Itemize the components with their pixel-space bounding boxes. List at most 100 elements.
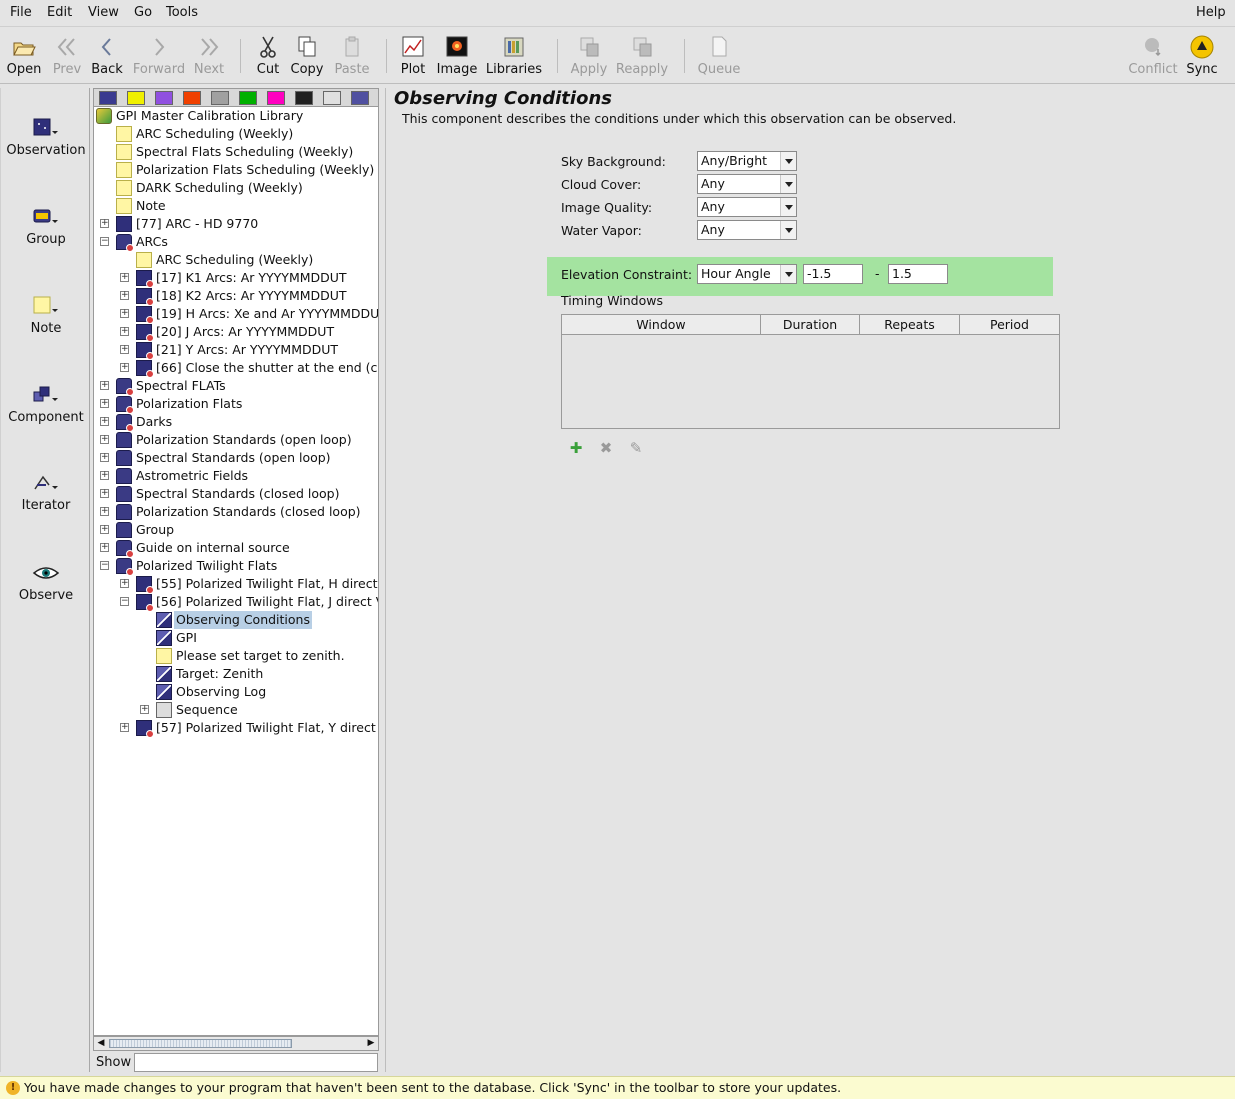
tree-node[interactable]: + [55] Polarized Twilight Flat, H direct bbox=[94, 575, 378, 594]
color-swatch[interactable] bbox=[99, 91, 117, 105]
paste-button[interactable]: Paste bbox=[330, 31, 374, 81]
tree-node[interactable]: + [21] Y Arcs: Ar YYYYMMDDUT bbox=[94, 341, 378, 360]
color-swatch[interactable] bbox=[183, 91, 201, 105]
copy-button[interactable]: Copy bbox=[288, 31, 326, 81]
expand-icon[interactable]: + bbox=[100, 453, 109, 462]
tree-node[interactable]: Please set target to zenith. bbox=[94, 647, 378, 665]
open-button[interactable]: Open bbox=[4, 31, 44, 81]
reapply-button[interactable]: Reapply bbox=[614, 31, 670, 81]
tree-node[interactable]: + Spectral Standards (closed loop) bbox=[94, 485, 378, 503]
plot-button[interactable]: Plot bbox=[396, 31, 430, 81]
tree-node[interactable]: + [18] K2 Arcs: Ar YYYYMMDDUT bbox=[94, 287, 378, 306]
expand-icon[interactable]: + bbox=[140, 705, 149, 714]
tree-node[interactable]: Observing Log bbox=[94, 683, 378, 701]
tree-node[interactable]: Target: Zenith bbox=[94, 665, 378, 683]
image-quality-select[interactable]: Any bbox=[697, 197, 797, 217]
program-tree[interactable]: GPI Master Calibration Library ARC Schedu… bbox=[93, 107, 379, 1036]
expand-icon[interactable]: + bbox=[100, 507, 109, 516]
color-swatch[interactable] bbox=[351, 91, 369, 105]
tree-node[interactable]: + Group bbox=[94, 521, 378, 539]
cloud-cover-select[interactable]: Any bbox=[697, 174, 797, 194]
palette-iterator[interactable]: Iterator bbox=[1, 472, 91, 532]
cut-button[interactable]: Cut bbox=[250, 31, 286, 81]
expand-icon[interactable]: + bbox=[120, 291, 129, 300]
tree-node[interactable]: + Sequence bbox=[94, 701, 378, 719]
expand-icon[interactable]: + bbox=[120, 309, 129, 318]
color-swatch[interactable] bbox=[239, 91, 257, 105]
menu-view[interactable]: View bbox=[88, 5, 119, 20]
color-swatch[interactable] bbox=[211, 91, 229, 105]
tree-node[interactable]: + Spectral FLATs bbox=[94, 377, 378, 396]
apply-button[interactable]: Apply bbox=[568, 31, 610, 81]
expand-icon[interactable]: + bbox=[100, 489, 109, 498]
tree-node[interactable]: Note bbox=[94, 197, 378, 215]
scrollbar-thumb[interactable] bbox=[109, 1039, 292, 1048]
collapse-icon[interactable]: − bbox=[100, 237, 109, 246]
expand-icon[interactable]: + bbox=[120, 363, 129, 372]
tree-node[interactable]: − [56] Polarized Twilight Flat, J direct … bbox=[94, 593, 378, 612]
tree-node[interactable]: − Polarized Twilight Flats bbox=[94, 557, 378, 576]
expand-icon[interactable]: + bbox=[120, 327, 129, 336]
elevation-min-input[interactable]: -1.5 bbox=[803, 264, 863, 284]
remove-icon[interactable]: ✖ bbox=[598, 440, 614, 456]
tree-node[interactable]: + [66] Close the shutter at the end (c bbox=[94, 359, 378, 378]
back-button[interactable]: Back bbox=[88, 31, 126, 81]
edit-pencil-icon[interactable]: ✎ bbox=[628, 440, 644, 456]
sync-button[interactable]: Sync bbox=[1182, 31, 1222, 81]
forward-button[interactable]: Forward bbox=[132, 31, 186, 81]
add-icon[interactable]: ✚ bbox=[568, 440, 584, 456]
expand-icon[interactable]: + bbox=[100, 435, 109, 444]
menu-tools[interactable]: Tools bbox=[166, 5, 198, 20]
water-vapor-select[interactable]: Any bbox=[697, 220, 797, 240]
tree-node[interactable]: + Polarization Standards (closed loop) bbox=[94, 503, 378, 521]
prev-button[interactable]: Prev bbox=[48, 31, 86, 81]
scroll-right-icon[interactable]: ▶ bbox=[365, 1038, 377, 1049]
column-window[interactable]: Window bbox=[562, 315, 761, 334]
tree-node[interactable]: + Darks bbox=[94, 413, 378, 432]
color-swatch[interactable] bbox=[155, 91, 173, 105]
tree-node[interactable]: DARK Scheduling (Weekly) bbox=[94, 179, 378, 197]
tree-node[interactable]: + Spectral Standards (open loop) bbox=[94, 449, 378, 467]
color-swatch[interactable] bbox=[267, 91, 285, 105]
tree-node[interactable]: + Polarization Standards (open loop) bbox=[94, 431, 378, 449]
expand-icon[interactable]: + bbox=[100, 417, 109, 426]
column-period[interactable]: Period bbox=[960, 315, 1059, 334]
palette-observe[interactable]: Observe bbox=[1, 562, 91, 622]
next-button[interactable]: Next bbox=[190, 31, 228, 81]
expand-icon[interactable]: + bbox=[100, 525, 109, 534]
expand-icon[interactable]: + bbox=[100, 381, 109, 390]
expand-icon[interactable]: + bbox=[100, 399, 109, 408]
tree-node[interactable]: GPI Master Calibration Library bbox=[94, 107, 378, 125]
tree-horizontal-scrollbar[interactable]: ◀ ▶ bbox=[93, 1036, 379, 1051]
conflict-button[interactable]: Conflict bbox=[1126, 31, 1180, 81]
expand-icon[interactable]: + bbox=[120, 579, 129, 588]
color-swatch[interactable] bbox=[295, 91, 313, 105]
expand-icon[interactable]: + bbox=[120, 273, 129, 282]
column-duration[interactable]: Duration bbox=[761, 315, 860, 334]
scroll-left-icon[interactable]: ◀ bbox=[95, 1038, 107, 1049]
tree-node[interactable]: Spectral Flats Scheduling (Weekly) bbox=[94, 143, 378, 161]
show-filter-input[interactable] bbox=[134, 1053, 378, 1072]
timing-windows-table[interactable]: Window Duration Repeats Period bbox=[561, 314, 1060, 429]
expand-icon[interactable]: + bbox=[100, 219, 109, 228]
column-repeats[interactable]: Repeats bbox=[860, 315, 960, 334]
image-button[interactable]: Image bbox=[434, 31, 480, 81]
palette-observation[interactable]: Observation bbox=[1, 117, 91, 177]
tree-node[interactable]: + [20] J Arcs: Ar YYYYMMDDUT bbox=[94, 323, 378, 342]
tree-node[interactable]: ARC Scheduling (Weekly) bbox=[94, 125, 378, 143]
palette-group[interactable]: Group bbox=[1, 206, 91, 266]
tree-node[interactable]: Polarization Flats Scheduling (Weekly) bbox=[94, 161, 378, 179]
menu-file[interactable]: File bbox=[10, 5, 32, 20]
elevation-max-input[interactable]: 1.5 bbox=[888, 264, 948, 284]
expand-icon[interactable]: + bbox=[120, 723, 129, 732]
tree-node[interactable]: + [17] K1 Arcs: Ar YYYYMMDDUT bbox=[94, 269, 378, 288]
sky-background-select[interactable]: Any/Bright bbox=[697, 151, 797, 171]
elevation-type-select[interactable]: Hour Angle bbox=[697, 264, 797, 284]
tree-node[interactable]: + Polarization Flats bbox=[94, 395, 378, 414]
tree-node[interactable]: − ARCs bbox=[94, 233, 378, 252]
tree-node[interactable]: + Guide on internal source bbox=[94, 539, 378, 558]
tree-node[interactable]: + [57] Polarized Twilight Flat, Y direct bbox=[94, 719, 378, 738]
palette-component[interactable]: Component bbox=[1, 384, 91, 444]
menu-help[interactable]: Help bbox=[1196, 5, 1226, 20]
expand-icon[interactable]: + bbox=[100, 543, 109, 552]
